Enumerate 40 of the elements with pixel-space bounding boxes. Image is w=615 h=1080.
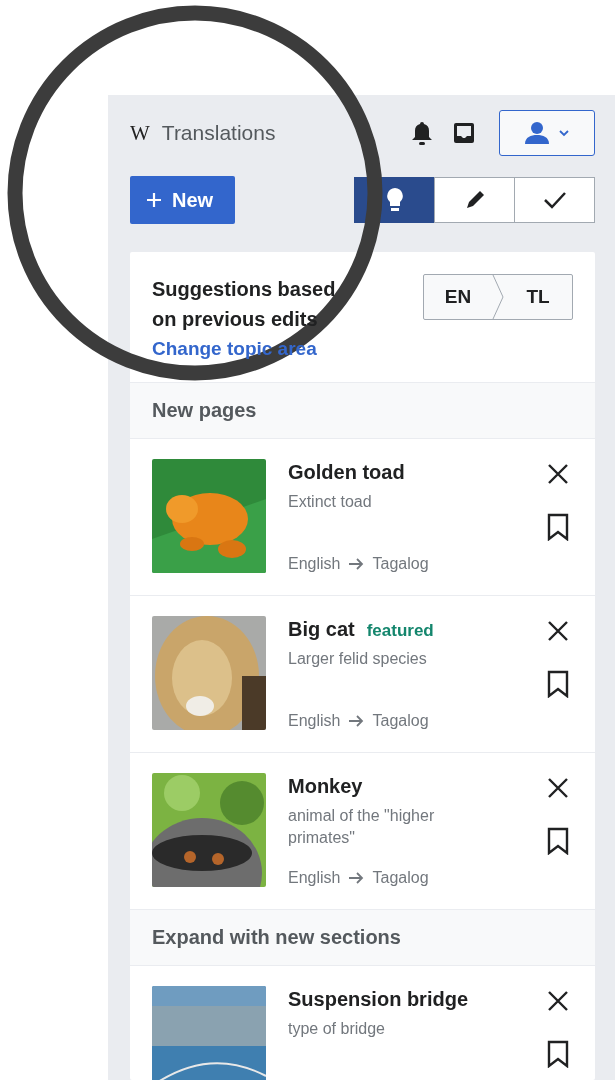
source-language: English xyxy=(288,712,341,730)
article-title[interactable]: Golden toad xyxy=(288,459,405,485)
user-icon xyxy=(524,122,550,144)
article-description: type of bridge xyxy=(288,1019,386,1039)
source-language: English xyxy=(288,555,341,573)
chevron-down-icon xyxy=(558,129,570,137)
close-icon[interactable] xyxy=(547,620,569,642)
lightbulb-icon xyxy=(384,187,405,213)
article-description: Larger felid species xyxy=(288,649,428,669)
plus-icon xyxy=(146,192,162,208)
article-title[interactable]: Big cat xyxy=(288,616,355,642)
close-icon[interactable] xyxy=(547,990,569,1012)
article-description: animal of the "higher primates" xyxy=(288,806,436,848)
app-title: Translations xyxy=(161,121,277,145)
mode-tab[interactable] xyxy=(434,177,515,223)
featured-label: featured xyxy=(366,621,434,641)
close-icon[interactable] xyxy=(547,463,569,485)
arrow-icon xyxy=(348,871,365,885)
bookmark-icon[interactable] xyxy=(547,670,569,698)
target-language: Tagalog xyxy=(372,869,429,887)
source-language-button[interactable]: EN xyxy=(424,275,492,319)
user-menu-button[interactable] xyxy=(499,110,595,156)
source-language: English xyxy=(288,869,341,887)
new-button[interactable]: New xyxy=(130,176,236,224)
section-heading: Expand with new sections xyxy=(130,910,595,966)
wikipedia-logo: W xyxy=(130,120,150,146)
target-language: Tagalog xyxy=(372,712,429,730)
arrow-icon xyxy=(348,557,365,571)
section-heading: New pages xyxy=(130,383,595,439)
bookmark-icon[interactable] xyxy=(547,827,569,855)
article-description: Extinct toad xyxy=(288,492,373,512)
article-title[interactable]: Monkey xyxy=(288,773,363,799)
arrow-icon xyxy=(348,714,365,728)
target-language: Tagalog xyxy=(372,555,429,573)
target-language-button[interactable]: TL xyxy=(504,275,572,319)
close-icon[interactable] xyxy=(547,777,569,799)
checkmark-icon xyxy=(542,190,567,210)
bookmark-icon[interactable] xyxy=(547,513,569,541)
article-title[interactable]: Suspension bridge xyxy=(288,986,469,1012)
bookmark-icon[interactable] xyxy=(547,1040,569,1068)
